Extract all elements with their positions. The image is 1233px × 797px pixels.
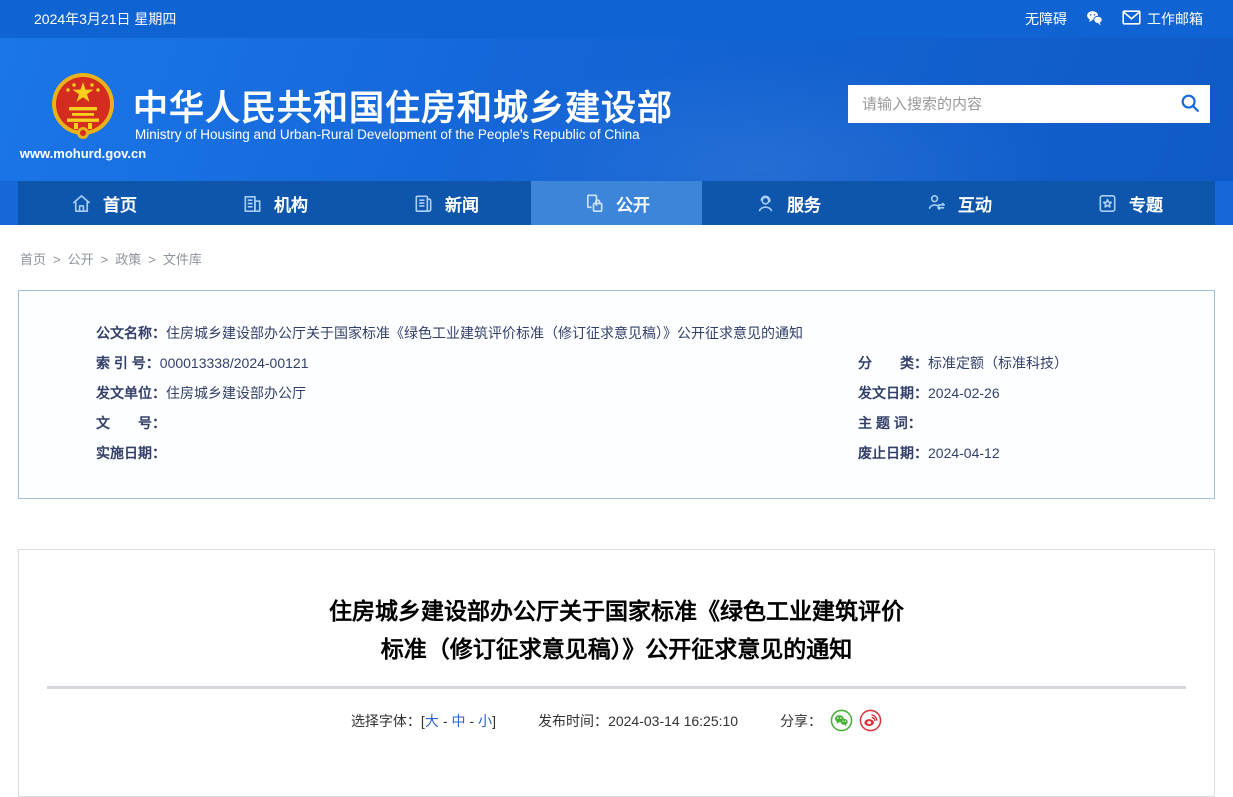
- doc-index-value: 000013338/2024-00121: [160, 355, 309, 371]
- site-url: www.mohurd.gov.cn: [16, 146, 150, 161]
- font-size-separator: -: [466, 713, 479, 729]
- nav-label: 首页: [103, 191, 137, 216]
- breadcrumb-separator: >: [46, 252, 68, 267]
- breadcrumb-separator: >: [141, 252, 163, 267]
- magnifier-icon: [1179, 92, 1201, 117]
- wechat-share-icon[interactable]: [830, 709, 853, 732]
- share-block: 分享：: [780, 709, 882, 732]
- doc-issue-date-label: 发文日期：: [858, 385, 928, 401]
- wechat-icon: [1085, 9, 1104, 29]
- nav-label: 公开: [616, 191, 650, 216]
- home-icon: [70, 192, 93, 215]
- site-title-english: Ministry of Housing and Urban-Rural Deve…: [135, 127, 640, 142]
- title-divider: [47, 686, 1186, 689]
- nav-item-interact[interactable]: 互动: [873, 181, 1044, 225]
- interact-person-arrows-icon: [925, 192, 948, 215]
- doc-expiry-row: 废止日期：2024-04-12: [858, 438, 1194, 468]
- article-meta-row: 选择字体：[大-中-小] 发布时间：2024-03-14 16:25:10 分享…: [19, 709, 1214, 732]
- site-title-chinese: 中华人民共和国住房和城乡建设部: [133, 80, 673, 131]
- publish-time: 发布时间：2024-03-14 16:25:10: [538, 711, 738, 731]
- doc-issuer-label: 发文单位：: [96, 385, 166, 401]
- document-lock-icon: [583, 192, 606, 215]
- breadcrumb-separator: >: [94, 252, 116, 267]
- accessibility-link[interactable]: 无障碍: [1025, 9, 1067, 29]
- doc-name-label: 公文名称：: [96, 325, 166, 341]
- work-mail-link[interactable]: 工作邮箱: [1122, 9, 1203, 29]
- doc-category-value: 标准定额（标准科技）: [928, 355, 1068, 371]
- document-info-box: 公文名称：住房城乡建设部办公厅关于国家标准《绿色工业建筑评价标准（修订征求意见稿…: [18, 290, 1215, 499]
- nav-item-news[interactable]: 新闻: [360, 181, 531, 225]
- font-size-large[interactable]: 大: [425, 711, 439, 731]
- topbar: 2024年3月21日 星期四 无障碍 工作邮箱: [0, 0, 1233, 38]
- doc-issuer-row: 发文单位：住房城乡建设部办公厅: [96, 378, 858, 408]
- nav-label: 专题: [1129, 191, 1163, 216]
- topbar-date: 2024年3月21日 星期四: [34, 9, 176, 29]
- publish-time-label: 发布时间：: [538, 711, 608, 731]
- doc-expiry-label: 废止日期：: [858, 445, 928, 461]
- font-size-selector: 选择字体：[大-中-小]: [351, 711, 496, 731]
- doc-name-value: 住房城乡建设部办公厅关于国家标准《绿色工业建筑评价标准（修订征求意见稿）》公开征…: [166, 325, 803, 341]
- doc-index-row: 索 引 号：000013338/2024-00121: [96, 348, 858, 378]
- doc-index-label: 索 引 号：: [96, 355, 160, 371]
- doc-name-row: 公文名称：住房城乡建设部办公厅关于国家标准《绿色工业建筑评价标准（修订征求意见稿…: [96, 318, 1194, 348]
- service-person-icon: [754, 192, 777, 215]
- site-header: www.mohurd.gov.cn 中华人民共和国住房和城乡建设部 Minist…: [0, 38, 1233, 181]
- nav-label: 机构: [274, 191, 308, 216]
- national-emblem-logo: [50, 70, 116, 142]
- mail-envelope-icon: [1122, 10, 1141, 28]
- nav-label: 新闻: [445, 191, 479, 216]
- nav-label: 互动: [958, 191, 992, 216]
- building-icon: [241, 192, 264, 215]
- doc-number-row: 文 号：: [96, 408, 858, 438]
- nav-item-org[interactable]: 机构: [189, 181, 360, 225]
- doc-expiry-value: 2024-04-12: [928, 445, 1000, 461]
- wechat-link[interactable]: [1085, 9, 1104, 29]
- page-title: 住房城乡建设部办公厅关于国家标准《绿色工业建筑评价 标准（修订征求意见稿）》公开…: [19, 592, 1214, 668]
- doc-number-label: 文 号：: [96, 415, 166, 431]
- doc-issue-date-value: 2024-02-26: [928, 385, 1000, 401]
- font-selector-prefix: 选择字体：[: [351, 711, 425, 731]
- weibo-share-icon[interactable]: [859, 709, 882, 732]
- search-button[interactable]: [1170, 85, 1210, 123]
- breadcrumb-home[interactable]: 首页: [20, 252, 46, 267]
- font-size-medium[interactable]: 中: [452, 711, 466, 731]
- breadcrumb-current: 文件库: [163, 252, 202, 267]
- title-line-2: 标准（修订征求意见稿）》公开征求意见的通知: [381, 636, 853, 662]
- breadcrumb: 首页>公开>政策>文件库: [20, 249, 1233, 268]
- breadcrumb-policy[interactable]: 政策: [115, 252, 141, 267]
- doc-effective-label: 实施日期：: [96, 445, 166, 461]
- search-box: [848, 85, 1210, 123]
- doc-keywords-row: 主 题 词：: [858, 408, 1194, 438]
- share-label: 分享：: [780, 711, 822, 731]
- publish-time-value: 2024-03-14 16:25:10: [608, 713, 738, 729]
- title-line-1: 住房城乡建设部办公厅关于国家标准《绿色工业建筑评价: [329, 598, 904, 624]
- nav-item-special[interactable]: 专题: [1044, 181, 1215, 225]
- doc-category-label: 分 类：: [858, 355, 928, 371]
- doc-keywords-label: 主 题 词：: [858, 415, 922, 431]
- search-input[interactable]: [848, 96, 1170, 113]
- breadcrumb-public[interactable]: 公开: [68, 252, 94, 267]
- font-size-separator: -: [439, 713, 452, 729]
- nav-item-public[interactable]: 公开: [531, 181, 702, 225]
- doc-category-row: 分 类：标准定额（标准科技）: [858, 348, 1194, 378]
- news-icon: [412, 192, 435, 215]
- nav-label: 服务: [787, 191, 821, 216]
- font-selector-suffix: ]: [492, 713, 496, 729]
- main-nav: 首页 机构 新闻: [18, 181, 1215, 225]
- work-mail-label: 工作邮箱: [1147, 9, 1203, 29]
- nav-item-home[interactable]: 首页: [18, 181, 189, 225]
- star-book-icon: [1096, 192, 1119, 215]
- doc-effective-row: 实施日期：: [96, 438, 858, 468]
- nav-item-service[interactable]: 服务: [702, 181, 873, 225]
- font-size-small[interactable]: 小: [478, 711, 492, 731]
- doc-issuer-value: 住房城乡建设部办公厅: [166, 385, 306, 401]
- doc-issue-date-row: 发文日期：2024-02-26: [858, 378, 1194, 408]
- nav-strip: 首页 机构 新闻: [0, 181, 1233, 225]
- article-box: 住房城乡建设部办公厅关于国家标准《绿色工业建筑评价 标准（修订征求意见稿）》公开…: [18, 549, 1215, 797]
